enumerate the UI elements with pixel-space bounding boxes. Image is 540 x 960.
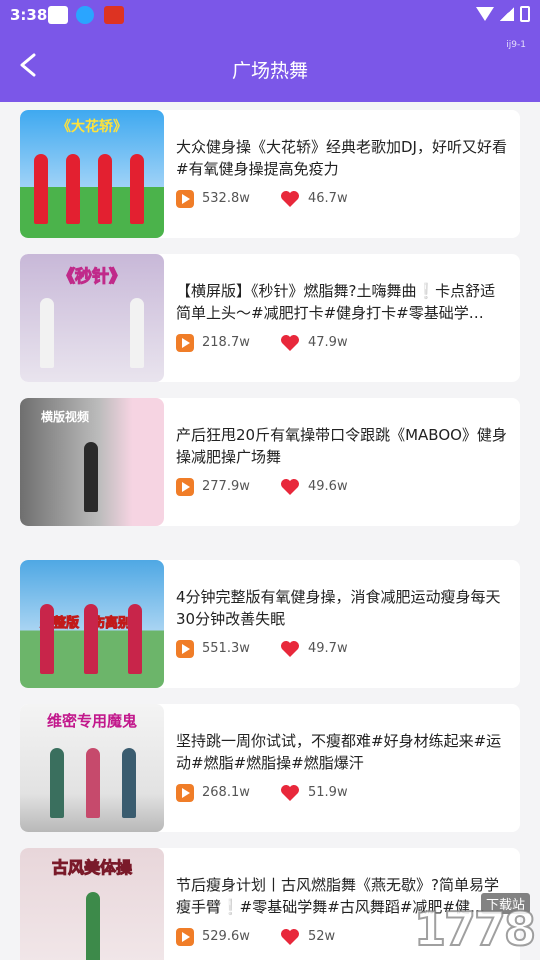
dancer-figure — [84, 604, 98, 674]
dancer-figure — [50, 748, 64, 818]
play-count: 551.3w — [202, 641, 250, 656]
like-count: 46.7w — [308, 191, 348, 206]
play-count: 277.9w — [202, 479, 250, 494]
play-count: 218.7w — [202, 335, 250, 350]
play-count-icon — [176, 190, 194, 208]
watermark-digits: 1778 — [413, 901, 537, 957]
heart-icon — [281, 641, 299, 657]
like-count: 51.9w — [308, 785, 348, 800]
dancer-figure — [98, 154, 112, 224]
like-count: 49.6w — [308, 479, 348, 494]
battery-icon — [520, 6, 530, 22]
like-count: 47.9w — [308, 335, 348, 350]
thumbnail-caption: 《秒针》 — [58, 267, 127, 288]
play-count-icon — [176, 334, 194, 352]
video-card[interactable]: 维密专用魔鬼 坚持跳一周你试试，不瘦都难#好身材练起来#运动#燃脂#燃脂操#燃脂… — [20, 704, 520, 832]
status-bar: 3:38 — [0, 0, 540, 32]
dancer-figure — [40, 298, 54, 368]
play-count: 529.6w — [202, 929, 250, 944]
play-count-icon — [176, 928, 194, 946]
video-card[interactable]: 完整版《伤离别》 4分钟完整版有氧健身操，消食减肥运动瘦身每天30分钟改善失眠 … — [20, 560, 520, 688]
heart-icon — [281, 929, 299, 945]
video-card[interactable]: 横版视频 产后狂甩20斤有氧操带口令跟跳《MABOO》健身操减肥操广场舞 277… — [20, 398, 520, 526]
play-count-icon — [176, 478, 194, 496]
play-count-icon — [176, 640, 194, 658]
site-watermark: 下载站 1778 — [334, 893, 537, 957]
dancer-figure — [86, 748, 100, 818]
video-thumbnail[interactable]: 维密专用魔鬼 — [20, 704, 164, 832]
video-thumbnail[interactable]: 完整版《伤离别》 — [20, 560, 164, 688]
thumbnail-caption: 横版视频 — [40, 410, 89, 424]
video-list[interactable]: 《大花轿》 大众健身操《大花轿》经典老歌加DJ，好听又好看#有氧健身操提高免疫力… — [0, 102, 540, 960]
video-title[interactable]: 坚持跳一周你试试，不瘦都难#好身材练起来#运动#燃脂#燃脂操#燃脂爆汗 — [176, 730, 508, 774]
dancer-figure — [84, 442, 98, 512]
dancer-figure — [40, 604, 54, 674]
video-stats: 551.3w 49.7w — [176, 640, 508, 658]
like-count: 52w — [308, 929, 336, 944]
video-title[interactable]: 【横屏版】《秒针》燃脂舞?土嗨舞曲❕卡点舒适简单上头～#减肥打卡#健身打卡#零基… — [176, 280, 508, 324]
download-icon — [76, 6, 94, 24]
video-title[interactable]: 4分钟完整版有氧健身操，消食减肥运动瘦身每天30分钟改善失眠 — [176, 586, 508, 630]
video-thumbnail[interactable]: 横版视频 — [20, 398, 164, 526]
dancer-figure — [34, 154, 48, 224]
notification-icon-1 — [48, 6, 68, 24]
video-thumbnail[interactable]: 《秒针》 — [20, 254, 164, 382]
video-card[interactable]: 《大花轿》 大众健身操《大花轿》经典老歌加DJ，好听又好看#有氧健身操提高免疫力… — [20, 110, 520, 238]
video-thumbnail[interactable]: 《大花轿》 — [20, 110, 164, 238]
video-stats: 218.7w 47.9w — [176, 334, 508, 352]
dancer-figure — [66, 154, 80, 224]
dancer-figure — [130, 298, 144, 368]
video-thumbnail[interactable]: 古风美体操 — [20, 848, 164, 960]
dancer-figure — [86, 892, 100, 960]
thumbnail-caption: 维密专用魔鬼 — [46, 712, 137, 730]
video-stats: 277.9w 49.6w — [176, 478, 508, 496]
video-card[interactable]: 《秒针》 【横屏版】《秒针》燃脂舞?土嗨舞曲❕卡点舒适简单上头～#减肥打卡#健身… — [20, 254, 520, 382]
like-count: 49.7w — [308, 641, 348, 656]
video-stats: 268.1w 51.9w — [176, 784, 508, 802]
video-title[interactable]: 产后狂甩20斤有氧操带口令跟跳《MABOO》健身操减肥操广场舞 — [176, 424, 508, 468]
heart-icon — [281, 785, 299, 801]
heart-icon — [281, 191, 299, 207]
heart-icon — [281, 335, 299, 351]
wifi-icon — [476, 7, 494, 21]
page-title: 广场热舞 — [231, 60, 308, 82]
dancer-figure — [128, 604, 142, 674]
status-time: 3:38 — [10, 6, 48, 24]
play-count: 268.1w — [202, 785, 250, 800]
play-count: 532.8w — [202, 191, 250, 206]
signal-icon — [500, 7, 514, 21]
heart-icon — [281, 479, 299, 495]
thumbnail-caption: 《大花轿》 — [57, 119, 127, 135]
app-header: 3:38 ij9-1 广场热舞 — [0, 0, 540, 102]
video-title[interactable]: 大众健身操《大花轿》经典老歌加DJ，好听又好看#有氧健身操提高免疫力 — [176, 136, 508, 180]
play-count-icon — [176, 784, 194, 802]
video-stats: 532.8w 46.7w — [176, 190, 508, 208]
corner-tag: ij9-1 — [506, 40, 526, 50]
dancer-figure — [130, 154, 144, 224]
status-indicators — [476, 6, 530, 22]
notification-icon-3 — [104, 6, 124, 24]
thumbnail-caption: 古风美体操 — [51, 858, 132, 878]
dancer-figure — [122, 748, 136, 818]
